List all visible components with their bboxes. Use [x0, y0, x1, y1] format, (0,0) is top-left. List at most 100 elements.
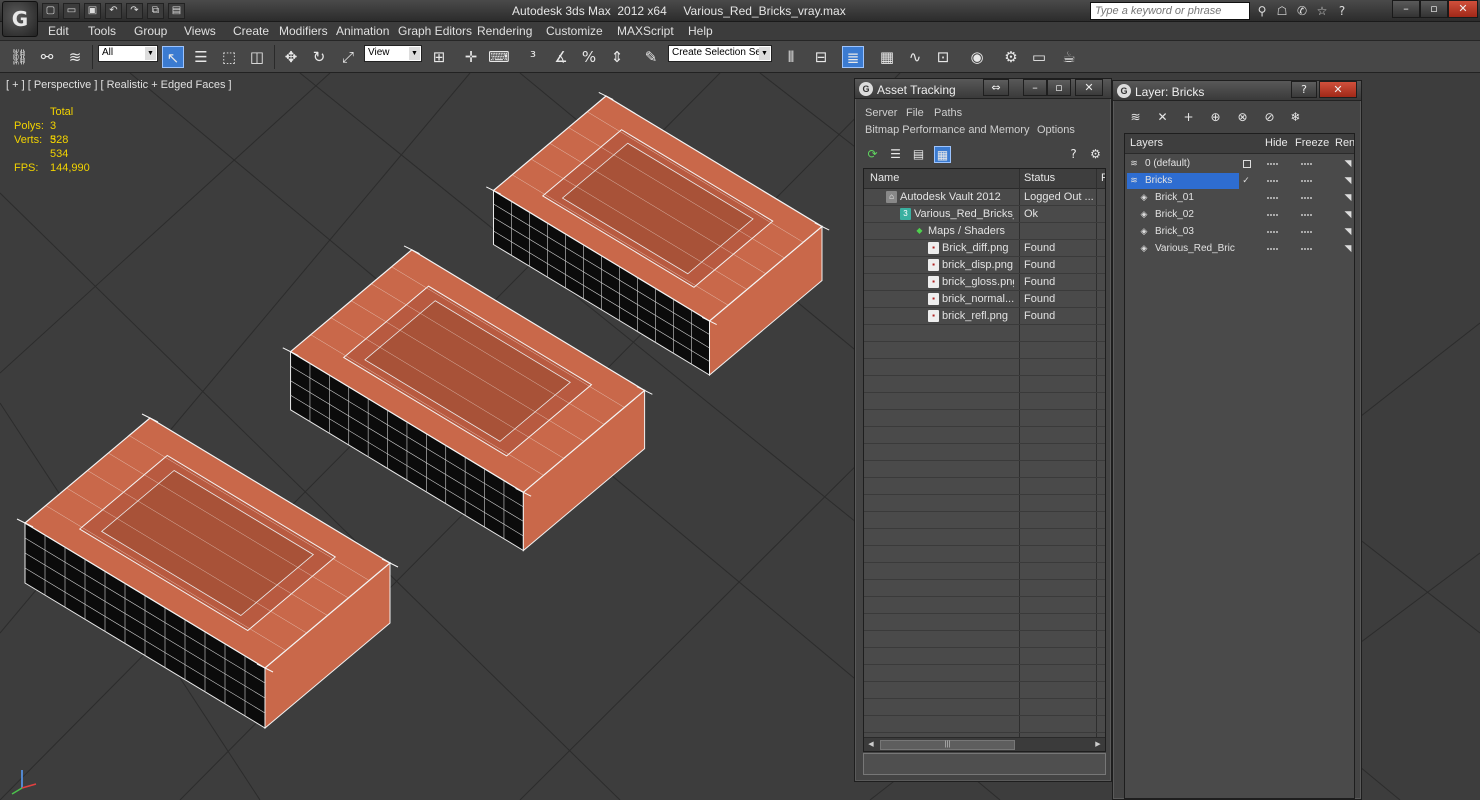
close-icon[interactable]: ✕ [1075, 79, 1103, 96]
current-layer-check-icon[interactable]: ✓ [1241, 176, 1251, 186]
mirror-icon[interactable]: ⫴ [780, 46, 802, 68]
select-by-name-icon[interactable]: ☰ [190, 46, 212, 68]
table-row[interactable] [864, 563, 1105, 580]
freeze-toggle[interactable] [1301, 163, 1313, 165]
scroll-left-icon[interactable]: ◀ [865, 739, 877, 751]
maximize-icon[interactable]: ▫ [1420, 0, 1448, 18]
freeze-toggle[interactable] [1301, 231, 1313, 233]
table-row[interactable]: ▪ brick_gloss.png Found [864, 274, 1105, 291]
current-layer-checkbox[interactable] [1243, 160, 1251, 168]
table-row[interactable]: ▪ brick_refl.png Found [864, 308, 1105, 325]
settings-icon[interactable]: ⚙ [1087, 146, 1104, 163]
table-row[interactable] [864, 461, 1105, 478]
help-icon[interactable]: ? [1291, 81, 1317, 98]
spinner-snap-icon[interactable]: ⇕ [606, 46, 628, 68]
table-row[interactable] [864, 495, 1105, 512]
snaps-toggle-icon[interactable]: ³ [522, 46, 544, 68]
hide-all-layers-icon[interactable]: ⊘ [1261, 109, 1278, 126]
menu-modifiers[interactable]: Modifiers [279, 24, 328, 38]
render-teapot-icon[interactable]: ◥ [1343, 159, 1353, 169]
menu-rendering[interactable]: Rendering [477, 24, 532, 38]
hide-toggle[interactable] [1267, 163, 1279, 165]
refresh-icon[interactable]: ⟳ [864, 146, 881, 163]
table-row[interactable]: 3Various_Red_Bricks_... Ok [864, 206, 1105, 223]
table-row[interactable]: ▪ Brick_diff.png Found [864, 240, 1105, 257]
table-row[interactable] [864, 376, 1105, 393]
table-row[interactable]: ◆ Maps / Shaders [864, 223, 1105, 240]
table-row[interactable] [864, 512, 1105, 529]
asset-tracking-titlebar[interactable]: G Asset Tracking ⇔ – ▫ ✕ [855, 79, 1111, 99]
menu-bitmap-performance[interactable]: Bitmap Performance and Memory [865, 124, 1029, 136]
menu-file[interactable]: File [906, 107, 924, 119]
highlight-layer-icon[interactable]: ⊗ [1234, 109, 1251, 126]
project-folder-icon[interactable]: ▤ [168, 3, 185, 19]
menu-tools[interactable]: Tools [88, 24, 116, 38]
favorites-star-icon[interactable]: ☆ [1314, 3, 1330, 19]
layer-row[interactable]: ◈ Brick_02 ◥ [1125, 207, 1354, 224]
hide-toggle[interactable] [1267, 231, 1279, 233]
table-row[interactable] [864, 597, 1105, 614]
table-row[interactable] [864, 631, 1105, 648]
table-row[interactable] [864, 325, 1105, 342]
rendered-frame-window-icon[interactable]: ▭ [1028, 46, 1050, 68]
table-view-icon[interactable]: ▦ [934, 146, 951, 163]
bind-to-space-warp-icon[interactable]: ≋ [64, 46, 86, 68]
table-row[interactable] [864, 410, 1105, 427]
table-row[interactable] [864, 614, 1105, 631]
selection-filter-dropdown[interactable]: All ▼ [98, 45, 158, 62]
table-row[interactable] [864, 580, 1105, 597]
column-render[interactable]: Ren [1335, 137, 1354, 149]
close-icon[interactable]: ✕ [1448, 0, 1478, 18]
layer-row[interactable]: ◈ Brick_01 ◥ [1125, 190, 1354, 207]
select-and-link-icon[interactable]: ⛓ [8, 46, 30, 68]
rectangular-selection-icon[interactable]: ⬚ [218, 46, 240, 68]
freeze-toggle[interactable] [1301, 214, 1313, 216]
menu-customize[interactable]: Customize [546, 24, 603, 38]
app-logo-icon[interactable]: G [2, 1, 38, 37]
menu-edit[interactable]: Edit [48, 24, 69, 38]
open-file-icon[interactable]: ▭ [63, 3, 80, 19]
close-icon[interactable]: ✕ [1319, 81, 1357, 98]
layer-row[interactable]: ◈ Brick_03 ◥ [1125, 224, 1354, 241]
render-teapot-icon[interactable]: ◥ [1343, 176, 1353, 186]
add-to-layer-icon[interactable]: + [1180, 109, 1197, 126]
curve-editor-icon[interactable]: ∿ [904, 46, 926, 68]
graphite-modeling-icon[interactable]: ▦ [876, 46, 898, 68]
select-and-move-icon[interactable]: ✥ [280, 46, 302, 68]
render-teapot-icon[interactable]: ◥ [1343, 210, 1353, 220]
search-input[interactable]: Type a keyword or phrase [1090, 2, 1250, 20]
help-icon[interactable]: ? [1065, 146, 1082, 163]
table-row[interactable] [864, 546, 1105, 563]
scroll-right-icon[interactable]: ▶ [1092, 739, 1104, 751]
horizontal-scrollbar[interactable]: ◀ ||| ▶ [864, 737, 1105, 751]
hide-toggle[interactable] [1267, 197, 1279, 199]
named-selection-dropdown[interactable]: Create Selection Se ▼ [668, 45, 772, 62]
layer-row[interactable]: ✓ ≋ Bricks ◥ [1125, 173, 1354, 190]
table-row[interactable] [864, 665, 1105, 682]
menu-views[interactable]: Views [184, 24, 216, 38]
detail-view-icon[interactable]: ▤ [910, 146, 927, 163]
table-row[interactable]: ▪ brick_disp.png Found [864, 257, 1105, 274]
new-file-icon[interactable]: ▢ [42, 3, 59, 19]
table-row[interactable] [864, 478, 1105, 495]
dock-toggle-icon[interactable]: ⇔ [983, 79, 1009, 96]
menu-options[interactable]: Options [1037, 124, 1075, 136]
hide-toggle[interactable] [1267, 214, 1279, 216]
material-editor-icon[interactable]: ◉ [966, 46, 988, 68]
pivot-center-icon[interactable]: ⊞ [428, 46, 450, 68]
table-row[interactable]: ▪ brick_normal.... Found [864, 291, 1105, 308]
render-teapot-icon[interactable]: ◥ [1343, 244, 1353, 254]
hide-toggle[interactable] [1267, 248, 1279, 250]
reference-coordinate-dropdown[interactable]: View ▼ [364, 45, 422, 62]
delete-layer-icon[interactable]: ✕ [1154, 109, 1171, 126]
angle-snap-icon[interactable]: ∡ [550, 46, 572, 68]
column-extra[interactable]: P [1101, 172, 1105, 184]
menu-maxscript[interactable]: MAXScript [617, 24, 674, 38]
render-setup-icon[interactable]: ⚙ [1000, 46, 1022, 68]
select-objects-in-layer-icon[interactable]: ⊕ [1207, 109, 1224, 126]
help-icon[interactable]: ? [1334, 3, 1350, 19]
keyboard-shortcut-override-icon[interactable]: ⌨ [488, 46, 510, 68]
redo-icon[interactable]: ↷ [126, 3, 143, 19]
unlink-icon[interactable]: ⚯ [36, 46, 58, 68]
hold-icon[interactable]: ⧉ [147, 3, 164, 19]
